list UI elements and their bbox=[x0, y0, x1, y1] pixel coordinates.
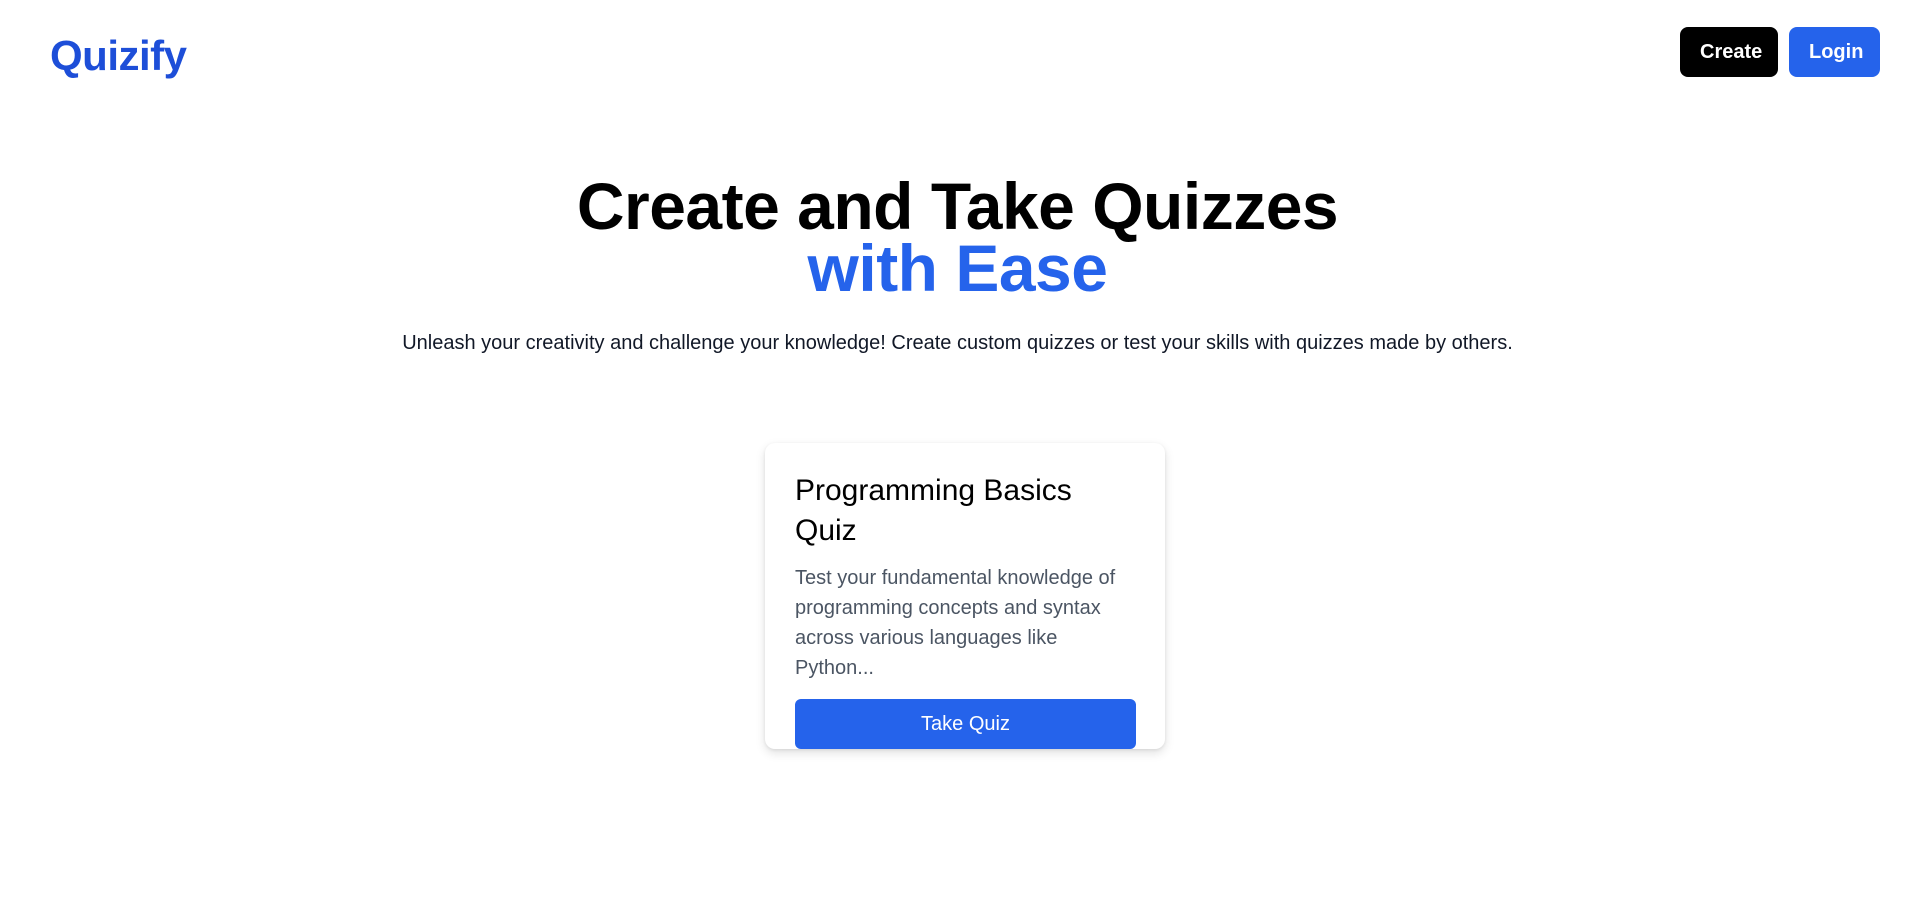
quiz-card-title: Programming Basics Quiz bbox=[795, 474, 1072, 547]
create-button[interactable]: Create bbox=[1680, 27, 1778, 77]
hero-title-line1: Create and Take Quizzes bbox=[576, 169, 1339, 243]
login-button[interactable]: Login bbox=[1789, 27, 1880, 77]
take-quiz-button[interactable]: Take Quiz bbox=[795, 699, 1136, 749]
top-nav: Quizify Create Login bbox=[0, 0, 1915, 108]
quiz-card-description: Test your fundamental knowledge of progr… bbox=[795, 567, 1116, 679]
hero-title: Create and Take Quizzes with Ease bbox=[0, 169, 1915, 305]
hero-subtitle: Unleash your creativity and challenge yo… bbox=[402, 332, 1513, 354]
quiz-card: Programming Basics Quiz Test your fundam… bbox=[765, 443, 1165, 749]
hero-section: Create and Take Quizzes with Ease Unleas… bbox=[0, 169, 1915, 357]
hero-title-line2: with Ease bbox=[807, 231, 1108, 305]
logo[interactable]: Quizify bbox=[50, 32, 187, 80]
nav-actions: Create Login bbox=[1680, 27, 1880, 77]
